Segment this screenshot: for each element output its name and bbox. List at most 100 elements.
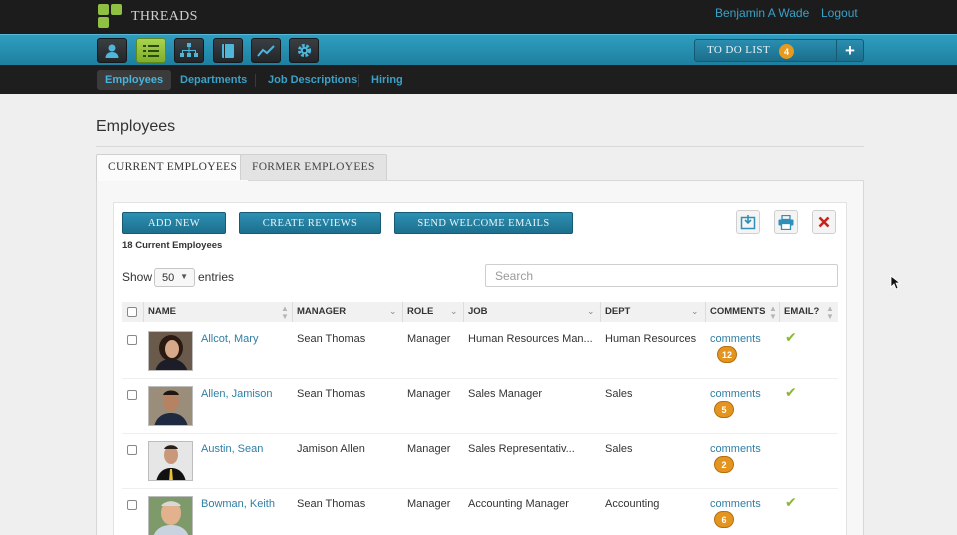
comment-count-badge: 5	[715, 402, 733, 417]
send-welcome-emails-button[interactable]: SEND WELCOME EMAILS	[394, 212, 573, 234]
todo-add-button[interactable]: +	[836, 40, 863, 61]
sort-icon[interactable]: ▲ ▼	[281, 305, 289, 321]
employee-role: Manager	[407, 498, 451, 510]
email-check-icon: ✔	[785, 384, 797, 400]
top-bar: THREADS Benjamin A Wade Logout	[0, 0, 957, 34]
row-checkbox[interactable]	[127, 335, 137, 345]
employee-manager: Sean Thomas	[297, 333, 366, 345]
list-button[interactable]	[136, 38, 166, 63]
column-header-email[interactable]: EMAIL?	[779, 302, 824, 322]
create-reviews-button[interactable]: CREATE REVIEWS	[239, 212, 381, 234]
comments-link[interactable]: comments	[710, 443, 761, 455]
chevron-down-icon[interactable]: ⌄	[691, 307, 699, 316]
print-icon	[778, 214, 794, 230]
subnav-job-descriptions[interactable]: Job Descriptions	[260, 70, 365, 90]
subnav-departments[interactable]: Departments	[172, 70, 255, 90]
sub-navigation: Employees Departments Job Descriptions H…	[0, 65, 957, 94]
avatar	[148, 441, 193, 481]
chevron-down-icon[interactable]: ⌄	[587, 307, 595, 316]
column-header-manager[interactable]: MANAGER	[292, 302, 351, 322]
org-chart-button[interactable]	[174, 38, 204, 63]
book-button[interactable]	[213, 38, 243, 63]
entries-per-page-value: 50	[162, 272, 175, 284]
avatar	[148, 331, 193, 371]
row-divider	[122, 378, 838, 379]
column-header-name[interactable]: NAME	[143, 302, 181, 322]
employee-dept: Sales	[605, 388, 633, 400]
list-icon	[143, 44, 159, 57]
export-icon	[740, 215, 756, 230]
delete-button[interactable]	[812, 210, 836, 234]
tab-current-employees[interactable]: CURRENT EMPLOYEES	[96, 154, 250, 181]
comments-link[interactable]: comments	[710, 388, 761, 400]
gear-icon	[297, 43, 311, 58]
user-name-link[interactable]: Benjamin A Wade	[715, 6, 809, 20]
user-icon	[105, 44, 119, 58]
employee-dept: Sales	[605, 443, 633, 455]
employee-name-link[interactable]: Allcot, Mary	[201, 333, 258, 345]
logout-link[interactable]: Logout	[821, 6, 858, 20]
employee-manager: Sean Thomas	[297, 498, 366, 510]
show-label: Show	[122, 270, 153, 284]
subnav-hiring[interactable]: Hiring	[363, 70, 411, 90]
subnav-divider	[255, 74, 256, 87]
comment-count-badge: 2	[715, 457, 733, 472]
employee-dept: Human Resources	[605, 333, 697, 345]
employee-job: Human Resources Man...	[468, 333, 593, 345]
column-header-dept[interactable]: DEPT	[600, 302, 635, 322]
employee-count: 18 Current Employees	[122, 240, 223, 251]
avatar	[148, 386, 193, 426]
comment-count-badge: 6	[715, 512, 733, 527]
chevron-down-icon[interactable]: ⌄	[389, 307, 397, 316]
employees-table-container	[113, 202, 847, 535]
select-all-checkbox[interactable]	[127, 307, 137, 317]
row-divider	[122, 488, 838, 489]
employee-dept: Accounting	[605, 498, 660, 510]
chevron-down-icon: ▼	[180, 272, 188, 281]
employee-name-link[interactable]: Allen, Jamison	[201, 388, 273, 400]
employee-manager: Sean Thomas	[297, 388, 366, 400]
row-checkbox[interactable]	[127, 500, 137, 510]
sort-icon[interactable]: ▲ ▼	[826, 305, 834, 321]
employee-role: Manager	[407, 443, 451, 455]
email-check-icon: ✔	[785, 494, 797, 510]
people-button[interactable]	[97, 38, 127, 63]
todo-count-badge: 4	[779, 44, 794, 59]
mouse-cursor-icon	[890, 275, 901, 290]
comments-link[interactable]: comments	[710, 498, 761, 510]
employee-name-link[interactable]: Austin, Sean	[201, 443, 263, 455]
main-toolbar: TO DO LIST 4 +	[0, 34, 957, 65]
row-checkbox[interactable]	[127, 445, 137, 455]
delete-icon	[818, 216, 830, 228]
employee-job: Accounting Manager	[468, 498, 569, 510]
print-button[interactable]	[774, 210, 798, 234]
avatar	[148, 496, 193, 535]
employee-job: Sales Representativ...	[468, 443, 575, 455]
page-title: Employees	[96, 118, 176, 135]
settings-button[interactable]	[289, 38, 319, 63]
employee-name-link[interactable]: Bowman, Keith	[201, 498, 275, 510]
search-input[interactable]	[485, 264, 838, 287]
column-header-role[interactable]: ROLE	[402, 302, 438, 322]
row-checkbox[interactable]	[127, 390, 137, 400]
entries-per-page-select[interactable]: 50 ▼	[154, 268, 195, 287]
subnav-employees[interactable]: Employees	[97, 70, 172, 90]
comments-link[interactable]: comments	[710, 333, 761, 345]
employee-role: Manager	[407, 333, 451, 345]
add-new-button[interactable]: ADD NEW	[122, 212, 226, 234]
tab-former-employees[interactable]: FORMER EMPLOYEES	[240, 154, 387, 180]
employee-job: Sales Manager	[468, 388, 542, 400]
chart-icon	[257, 44, 275, 57]
todo-list-button[interactable]: TO DO LIST 4 +	[694, 39, 864, 62]
sort-icon[interactable]: ▲ ▼	[769, 305, 777, 321]
reports-button[interactable]	[251, 38, 281, 63]
column-header-comments[interactable]: COMMENTS	[705, 302, 770, 322]
subnav-divider	[167, 74, 168, 87]
column-header-job[interactable]: JOB	[463, 302, 493, 322]
comment-count-badge: 12	[718, 347, 737, 362]
title-divider	[96, 146, 864, 147]
employee-manager: Jamison Allen	[297, 443, 365, 455]
chevron-down-icon[interactable]: ⌄	[450, 307, 458, 316]
threads-logo-icon	[98, 4, 124, 29]
export-button[interactable]	[736, 210, 760, 234]
